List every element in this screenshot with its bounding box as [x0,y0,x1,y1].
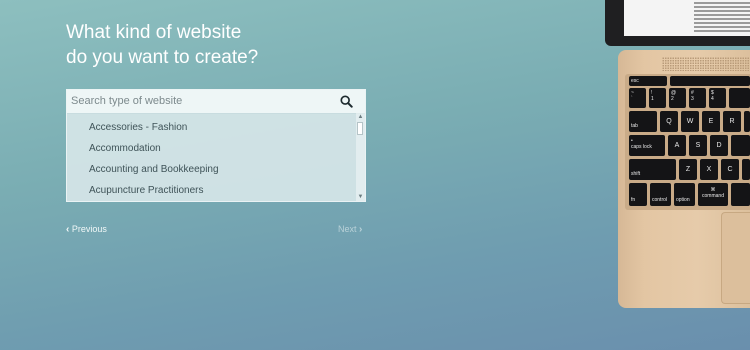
key-shift: shift [629,159,676,180]
key-v [742,159,750,180]
search-input[interactable] [67,90,337,112]
key-x: X [700,159,718,180]
search-icon[interactable] [340,95,353,108]
website-type-list: Accessories - Fashion Accommodation Acco… [67,113,365,201]
key-control: control [650,183,671,206]
key-a: A [668,135,686,156]
laptop-screen-bezel [605,0,750,46]
list-scrollbar[interactable]: ▲ ▼ [356,113,365,201]
key-t [744,111,750,132]
key-3: #3 [689,88,706,108]
key-d: D [710,135,728,156]
laptop-trackpad [721,212,750,304]
key-option: option [674,183,695,206]
key-1: ! 1 [649,88,666,108]
key-caps-lock: • caps lock [629,135,665,156]
key-c: C [721,159,739,180]
keyboard: esc ~ ` ! 1 @2 #3 $4 tab Q W E R • caps loc… [625,74,750,210]
key-5 [729,88,750,108]
key-s: S [689,135,707,156]
list-item[interactable]: Accounting and Bookkeeping [89,163,219,177]
speaker-grille [662,57,750,71]
website-type-selector: Accessories - Fashion Accommodation Acco… [66,89,366,202]
chevron-right-icon: › [359,224,363,235]
key-tilde: ~ ` [629,88,646,108]
screen-text-lines [694,0,750,32]
next-button[interactable]: Next › [338,224,362,235]
key-space [731,183,750,206]
key-function-row [670,76,750,86]
list-item[interactable]: Acupuncture Practitioners [89,184,204,198]
question-line-1: What kind of website [66,22,242,43]
page-question: What kind of website do you want to crea… [66,20,258,70]
question-line-2: do you want to create? [66,47,259,68]
next-label: Next [338,224,357,234]
scroll-down-arrow-icon[interactable]: ▼ [356,193,365,201]
list-item[interactable]: Accommodation [89,142,161,156]
key-q: Q [660,111,678,132]
key-4: $4 [709,88,726,108]
previous-label: Previous [71,224,107,234]
key-w: W [681,111,699,132]
laptop-body: esc ~ ` ! 1 @2 #3 $4 tab Q W E R • caps loc… [618,50,750,308]
list-item[interactable]: Accessories - Fashion [89,121,187,135]
laptop-illustration: esc ~ ` ! 1 @2 #3 $4 tab Q W E R • caps loc… [600,0,750,310]
scroll-thumb[interactable] [357,122,363,135]
key-z: Z [679,159,697,180]
key-e: E [702,111,720,132]
previous-button[interactable]: ‹ Previous [66,224,107,235]
scroll-up-arrow-icon[interactable]: ▲ [356,113,365,121]
key-f [731,135,750,156]
key-tab: tab [629,111,657,132]
key-fn: fn [629,183,647,206]
search-row [67,90,365,114]
key-r: R [723,111,741,132]
key-2: @2 [669,88,686,108]
key-esc: esc [629,76,667,86]
key-command: ⌘ command [698,183,728,206]
chevron-left-icon: ‹ [66,224,70,235]
laptop-screen [624,0,750,36]
